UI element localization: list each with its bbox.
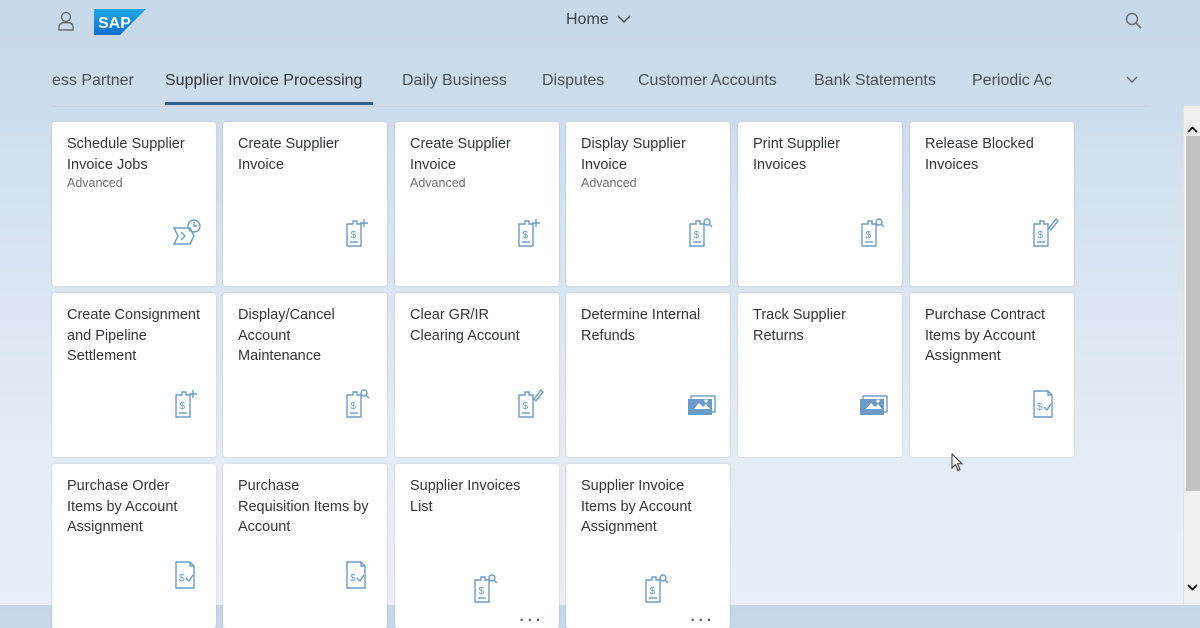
- tile-title: Clear GR/IR Clearing Account: [410, 307, 520, 344]
- tile-display-supplier-invoice[interactable]: Display Supplier Invoice Advanced $: [566, 122, 730, 286]
- tile-subtitle: Advanced: [410, 176, 466, 190]
- scheduled-jobs-icon: [172, 216, 202, 248]
- user-icon[interactable]: [56, 10, 76, 32]
- edit-invoice-icon: $: [515, 387, 545, 419]
- tile-schedule-supplier-invoice-jobs[interactable]: Schedule Supplier Invoice Jobs Advanced: [52, 122, 216, 286]
- tile-track-supplier-returns[interactable]: Track Supplier Returns: [738, 293, 902, 457]
- svg-text:$: $: [1038, 230, 1044, 241]
- tab-daily-business[interactable]: Daily Business: [402, 72, 507, 90]
- svg-text:$: $: [180, 401, 186, 412]
- tile-create-supplier-invoice-advanced[interactable]: Create Supplier Invoice Advanced $: [395, 122, 559, 286]
- vertical-scrollbar[interactable]: [1183, 106, 1200, 605]
- tab-periodic-activities[interactable]: Periodic Ac: [972, 72, 1052, 90]
- group-tab-bar: ess Partner Supplier Invoice Processing …: [52, 58, 1149, 107]
- tab-bank-statements[interactable]: Bank Statements: [814, 72, 936, 90]
- verified-invoice-icon: $: [1030, 387, 1060, 419]
- edit-invoice-icon: $: [1030, 216, 1060, 248]
- tile-title: Create Consignment and Pipeline Settleme…: [67, 307, 200, 364]
- display-invoice-icon: $: [686, 216, 716, 248]
- active-tab-indicator: [165, 102, 373, 105]
- tile-title: Supplier Invoices List: [410, 478, 521, 515]
- display-invoice-icon: $: [642, 572, 672, 604]
- display-invoice-icon: $: [858, 216, 888, 248]
- tab-disputes[interactable]: Disputes: [542, 72, 604, 90]
- display-invoice-icon: $: [343, 387, 373, 419]
- scroll-down-arrow-icon[interactable]: [1184, 579, 1200, 599]
- verified-invoice-icon: $: [172, 558, 202, 590]
- svg-text:$: $: [479, 586, 485, 597]
- svg-text:$: $: [650, 586, 656, 597]
- tile-purchase-requisition-items-by-account[interactable]: Purchase Requisition Items by Account $: [223, 464, 387, 628]
- tile-title: Purchase Contract Items by Account Assig…: [925, 307, 1046, 364]
- tile-print-supplier-invoices[interactable]: Print Supplier Invoices $: [738, 122, 902, 286]
- tab-supplier-invoice-processing[interactable]: Supplier Invoice Processing: [165, 72, 362, 90]
- tile-create-consignment-pipeline-settlement[interactable]: Create Consignment and Pipeline Settleme…: [52, 293, 216, 457]
- scroll-up-arrow-icon[interactable]: [1184, 108, 1200, 138]
- scrollbar-thumb[interactable]: [1186, 136, 1200, 491]
- tile-title: Determine Internal Refunds: [581, 307, 701, 344]
- tile-purchase-contract-items-by-account-assignment[interactable]: Purchase Contract Items by Account Assig…: [910, 293, 1074, 457]
- svg-text:$: $: [179, 573, 185, 584]
- tile-subtitle: Advanced: [67, 176, 123, 190]
- tab-customer-accounts[interactable]: Customer Accounts: [638, 72, 777, 90]
- tile-clear-gr-ir-clearing-account[interactable]: Clear GR/IR Clearing Account $: [395, 293, 559, 457]
- more-options-icon[interactable]: ...: [690, 603, 714, 625]
- tile-title: Print Supplier Invoices: [753, 136, 841, 173]
- mouse-pointer-icon: [951, 452, 965, 473]
- tile-title: Purchase Order Items by Account Assignme…: [67, 478, 178, 535]
- create-invoice-icon: $: [172, 387, 202, 419]
- more-options-icon[interactable]: ...: [519, 603, 543, 625]
- svg-text:$: $: [523, 230, 529, 241]
- search-icon[interactable]: [1124, 11, 1144, 31]
- tile-determine-internal-refunds[interactable]: Determine Internal Refunds: [566, 293, 730, 457]
- tile-supplier-invoices-list[interactable]: Supplier Invoices List $ ...: [395, 464, 559, 628]
- tab-overflow-chevron-icon[interactable]: [1122, 70, 1142, 90]
- create-invoice-icon: $: [515, 216, 545, 248]
- tile-title: Track Supplier Returns: [753, 307, 846, 344]
- image-transfer-icon: [858, 387, 888, 419]
- svg-text:$: $: [694, 230, 700, 241]
- svg-text:$: $: [1037, 402, 1043, 413]
- chevron-down-icon: [617, 11, 631, 29]
- tile-supplier-invoice-items-by-account-assignment[interactable]: Supplier Invoice Items by Account Assign…: [566, 464, 730, 628]
- tile-purchase-order-items-by-account-assignment[interactable]: Purchase Order Items by Account Assignme…: [52, 464, 216, 628]
- display-invoice-icon: $: [471, 572, 501, 604]
- tile-title: Display Supplier Invoice: [581, 136, 686, 173]
- tile-title: Schedule Supplier Invoice Jobs: [67, 136, 185, 173]
- tile-title: Display/Cancel Account Maintenance: [238, 307, 335, 364]
- sap-logo-text: SAP: [98, 15, 131, 32]
- tile-title: Release Blocked Invoices: [925, 136, 1034, 173]
- svg-text:$: $: [523, 401, 529, 412]
- tile-subtitle: Advanced: [581, 176, 637, 190]
- tab-business-partner[interactable]: ess Partner: [52, 72, 134, 90]
- create-invoice-icon: $: [343, 216, 373, 248]
- tile-title: Create Supplier Invoice: [238, 136, 339, 173]
- svg-text:$: $: [351, 401, 357, 412]
- sap-logo[interactable]: SAP: [94, 9, 146, 35]
- tile-create-supplier-invoice[interactable]: Create Supplier Invoice $: [223, 122, 387, 286]
- svg-text:$: $: [351, 230, 357, 241]
- tile-display-cancel-account-maintenance[interactable]: Display/Cancel Account Maintenance $: [223, 293, 387, 457]
- image-transfer-icon: [686, 387, 716, 419]
- home-title-menu[interactable]: Home: [566, 11, 631, 29]
- verified-invoice-icon: $: [343, 558, 373, 590]
- tile-title: Supplier Invoice Items by Account Assign…: [581, 478, 692, 535]
- tile-title: Create Supplier Invoice: [410, 136, 511, 173]
- page-title: Home: [566, 11, 609, 28]
- svg-text:$: $: [350, 573, 356, 584]
- svg-text:$: $: [866, 230, 872, 241]
- tile-release-blocked-invoices[interactable]: Release Blocked Invoices $: [910, 122, 1074, 286]
- tile-title: Purchase Requisition Items by Account: [238, 478, 369, 535]
- shell-header: SAP Home: [0, 0, 1200, 44]
